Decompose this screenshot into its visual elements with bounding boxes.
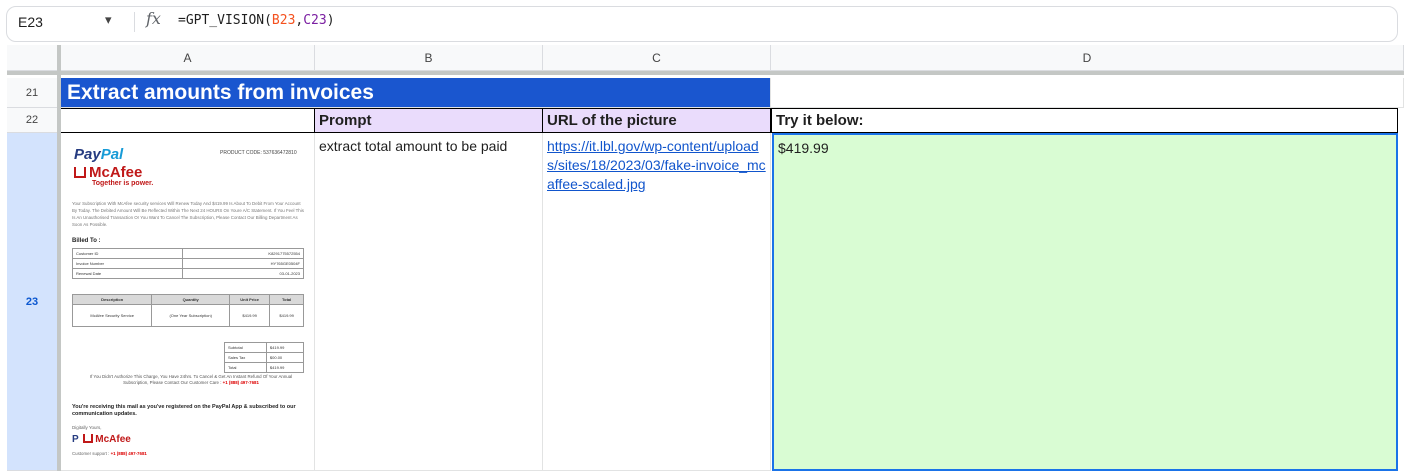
- item-unit-price: $419.99: [228, 304, 271, 327]
- totals-value: $419.99: [265, 342, 305, 353]
- fx-icon: fx: [146, 9, 161, 28]
- billing-row: Invoice Number HY765GE0504F: [72, 258, 305, 269]
- paypal-p-icon: P: [72, 434, 79, 445]
- paypal-logo-pal: Pal: [100, 146, 124, 163]
- formula-ref-b23: B23: [271, 13, 296, 28]
- prompt-header[interactable]: Prompt: [315, 108, 543, 133]
- billing-label: Renewal Date: [72, 268, 183, 279]
- mcafee-logo: McAfee: [74, 164, 142, 181]
- formula-prefix: =GPT_VISION(: [178, 13, 272, 28]
- row-header-22[interactable]: 22: [7, 108, 57, 133]
- row-header-23[interactable]: 23: [7, 133, 57, 471]
- row-header-21[interactable]: 21: [7, 78, 57, 108]
- paypal-logo: PayPal: [74, 146, 123, 163]
- footer-mcafee-text: McAfee: [95, 434, 131, 445]
- totals-label: Sales Tax: [224, 352, 267, 363]
- invoice-url-link[interactable]: https://it.lbl.gov/wp-content/uploads/si…: [547, 138, 766, 192]
- totals-table: Subtotal $419.99 Sales Tax $00.00 Total $41…: [224, 342, 305, 373]
- billing-value: 03-01-2023: [181, 268, 305, 279]
- totals-value: $00.00: [265, 352, 305, 363]
- cancel-note-phone: +1 (888) 497-7681: [222, 380, 259, 385]
- cancel-note-text: If You Didn't Authorize This Charge, You…: [89, 374, 293, 385]
- billing-value: K8291775572554: [181, 248, 305, 259]
- items-header-row: Description Quantity Unit Price Total: [71, 294, 304, 305]
- title-cell[interactable]: Extract amounts from invoices: [61, 78, 771, 108]
- name-box[interactable]: E23: [18, 14, 43, 30]
- formula-ref-c23: C23: [303, 13, 327, 28]
- column-header-c[interactable]: C: [543, 45, 771, 71]
- frozen-row-divider[interactable]: [7, 71, 1404, 75]
- signoff: Digitally Yours,: [72, 425, 102, 430]
- totals-label: Total: [224, 362, 267, 373]
- totals-label: Subtotal: [224, 342, 267, 353]
- invoice-image: PayPal PRODUCT CODE: 537636472810 McAfee…: [66, 138, 310, 464]
- totals-row: Sales Tax $00.00: [224, 352, 305, 363]
- billing-value: HY765GE0504F: [181, 258, 305, 269]
- totals-row: Subtotal $419.99: [224, 342, 305, 353]
- item-quantity: (One Year Subscription): [151, 304, 230, 327]
- item-total: $419.99: [269, 304, 304, 327]
- cell-d21[interactable]: [771, 78, 1404, 108]
- billing-row: Customer ID K8291775572554: [72, 248, 305, 259]
- registration-note: You're receiving this mail as you've reg…: [72, 404, 296, 417]
- footer-logos: P McAfee: [72, 434, 131, 445]
- billed-to-label: Billed To :: [72, 238, 101, 244]
- totals-value: $419.99: [265, 362, 305, 373]
- invoice-intro-text: Your Subscription With McAfee security s…: [72, 201, 304, 227]
- column-header-b[interactable]: B: [315, 45, 543, 71]
- cancel-note: If You Didn't Authorize This Charge, You…: [80, 374, 302, 386]
- result-cell-selected[interactable]: $419.99: [772, 133, 1398, 471]
- items-header: Unit Price: [228, 294, 271, 305]
- mcafee-tagline: Together is power.: [92, 180, 154, 187]
- items-header: Total: [269, 294, 304, 305]
- billing-table: Customer ID K8291775572554 Invoice Number…: [72, 248, 305, 279]
- item-description: McAfee Security Service: [71, 304, 153, 327]
- name-box-dropdown-icon[interactable]: ▾: [105, 12, 112, 28]
- product-code: PRODUCT CODE: 537636472810: [220, 150, 297, 156]
- items-table: Description Quantity Unit Price Total Mc…: [71, 294, 304, 327]
- select-all-corner[interactable]: [7, 45, 61, 71]
- billing-label: Customer ID: [72, 248, 183, 259]
- formula-bar-divider: [134, 12, 135, 32]
- formula-suffix: ): [326, 13, 335, 28]
- formula-input[interactable]: =GPT_VISION(B23,C23): [178, 13, 335, 28]
- url-cell[interactable]: https://it.lbl.gov/wp-content/uploads/si…: [543, 133, 771, 471]
- column-header-a[interactable]: A: [61, 45, 315, 71]
- billing-label: Invoice Number: [72, 258, 183, 269]
- customer-support-label: Customer support :: [72, 451, 110, 456]
- mcafee-logo-text: McAfee: [89, 164, 143, 181]
- mcafee-shield-icon: [83, 434, 94, 443]
- totals-row: Total $419.99: [224, 362, 305, 373]
- mcafee-shield-icon: [74, 167, 86, 178]
- formula-bar: E23 ▾ fx =GPT_VISION(B23,C23): [0, 0, 1404, 44]
- cell-a22[interactable]: [61, 108, 315, 133]
- billing-row: Renewal Date 03-01-2023: [72, 268, 305, 279]
- customer-support: Customer support : +1 (888) 497-7681: [72, 451, 147, 456]
- url-header[interactable]: URL of the picture: [543, 108, 771, 133]
- items-header: Description: [71, 294, 153, 305]
- prompt-cell[interactable]: extract total amount to be paid: [315, 133, 543, 471]
- try-header[interactable]: Try it below:: [771, 108, 1398, 133]
- items-row: McAfee Security Service (One Year Subscr…: [71, 304, 304, 327]
- paypal-logo-pay: Pay: [74, 146, 101, 163]
- customer-support-phone: +1 (888) 497-7681: [110, 451, 147, 456]
- items-header: Quantity: [151, 294, 230, 305]
- column-header-d[interactable]: D: [771, 45, 1404, 71]
